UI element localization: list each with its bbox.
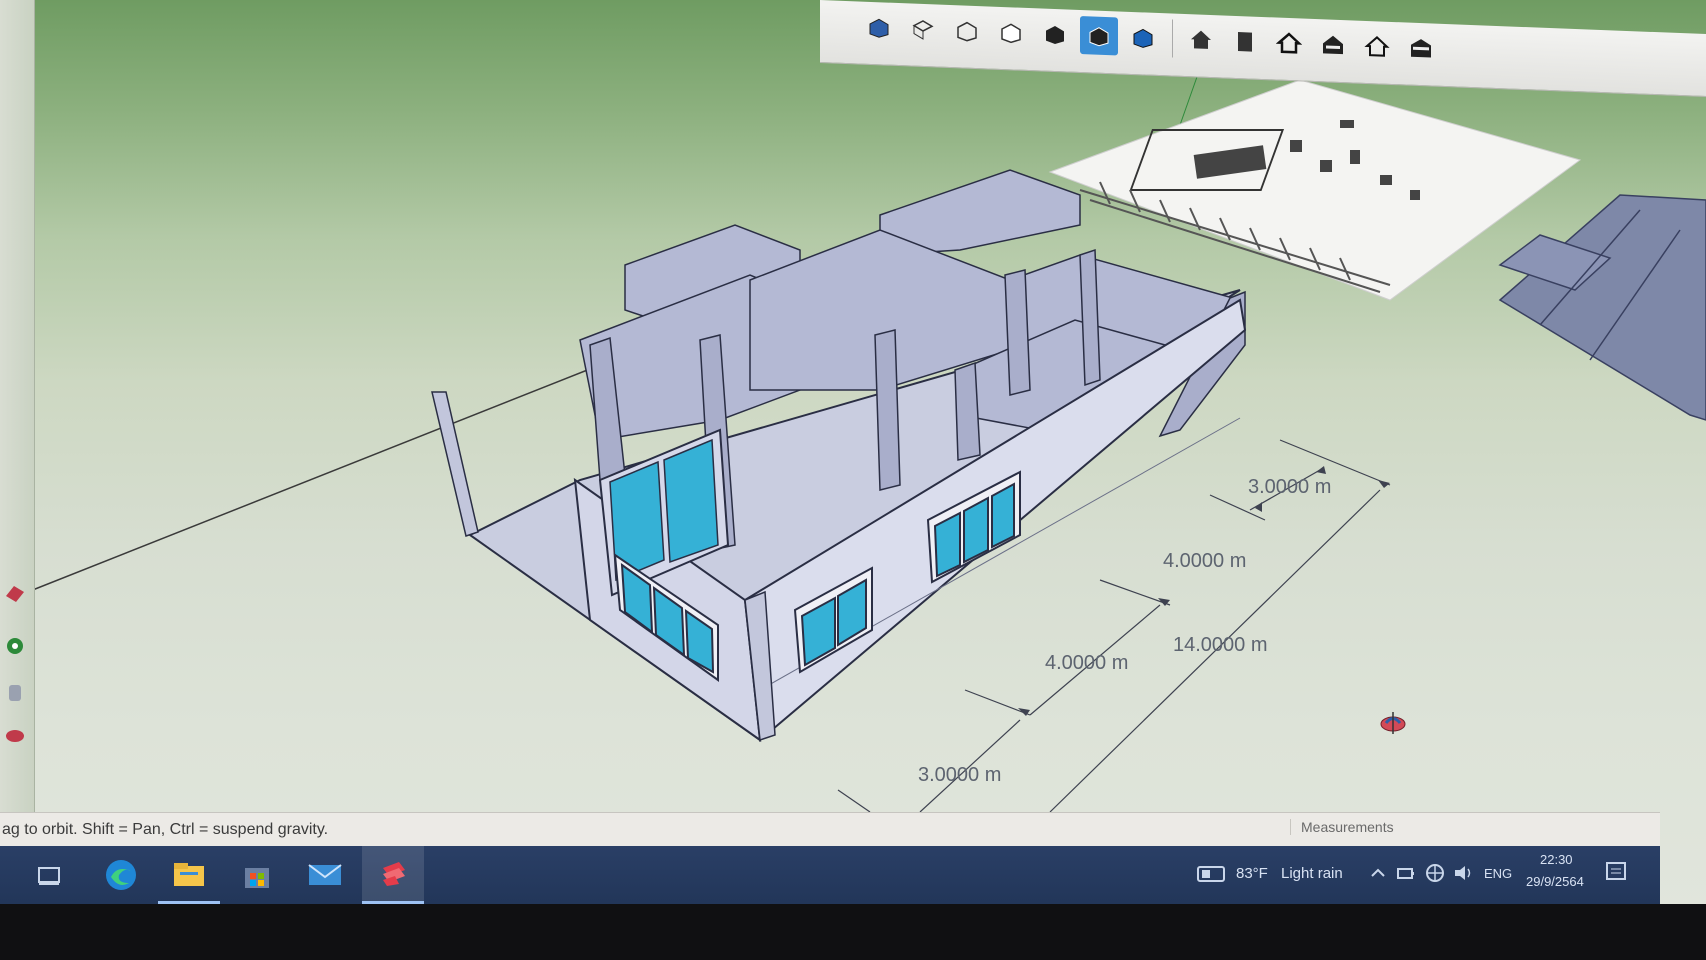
style-shaded-icon[interactable] [1036, 14, 1074, 53]
house-style-5-icon[interactable] [1358, 27, 1396, 66]
monitor-bezel [0, 904, 1706, 960]
clock-date[interactable]: 29/9/2564 [1526, 874, 1584, 889]
weather-temp[interactable]: 83°F [1236, 865, 1268, 882]
edge-browser-icon[interactable] [90, 846, 152, 904]
style-monochrome-icon[interactable] [1124, 18, 1162, 57]
view-right-icon[interactable] [992, 13, 1030, 52]
network-icon[interactable] [1424, 862, 1446, 884]
dimension-label-4[interactable]: 4.0000 m [1045, 652, 1128, 675]
style-textured-icon[interactable] [1080, 15, 1118, 56]
house-style-1-icon[interactable] [1182, 20, 1220, 59]
orbit-tool-icon[interactable] [4, 635, 26, 657]
store-icon[interactable] [226, 846, 288, 904]
dimension-label-2[interactable]: 4.0000 m [1163, 550, 1246, 573]
status-bar: ag to orbit. Shift = Pan, Ctrl = suspend… [0, 812, 1660, 847]
house-style-4-icon[interactable] [1314, 25, 1352, 64]
view-front-icon[interactable] [948, 11, 986, 50]
measurements-label: Measurements [1290, 819, 1394, 835]
clock-time[interactable]: 22:30 [1540, 852, 1573, 867]
show-hidden-icons-icon[interactable] [1370, 864, 1386, 882]
dimension-label-1[interactable]: 3.0000 m [1248, 476, 1331, 499]
pan-tool-icon[interactable] [4, 682, 26, 704]
windows-taskbar: 83°F Light rain ENG 22:30 29/9/2564 [0, 846, 1660, 904]
sketchup-app-icon[interactable] [362, 846, 424, 904]
language-indicator[interactable]: ENG [1484, 866, 1512, 881]
screen: 3.0000 m 4.0000 m 14.0000 m 4.0000 m 3.0… [0, 0, 1706, 910]
dimension-label-5[interactable]: 3.0000 m [918, 764, 1001, 787]
file-explorer-icon[interactable] [158, 846, 220, 904]
toolbar-separator [1172, 19, 1173, 58]
notification-center-icon[interactable] [1604, 860, 1628, 886]
view-iso-icon[interactable] [860, 8, 898, 47]
roof-plane [1498, 194, 1706, 421]
mail-icon[interactable] [294, 846, 356, 904]
corner-post [431, 391, 479, 537]
dimension-label-3[interactable]: 14.0000 m [1173, 634, 1268, 657]
weather-icon[interactable] [1196, 864, 1226, 884]
eraser-tool-icon[interactable] [4, 582, 26, 604]
volume-icon[interactable] [1452, 862, 1474, 884]
house-style-3-icon[interactable] [1270, 23, 1308, 62]
task-view-icon[interactable] [18, 846, 80, 904]
house-style-6-icon[interactable] [1402, 28, 1440, 67]
walk-cursor-icon [1378, 710, 1408, 736]
weather-desc[interactable]: Light rain [1281, 865, 1343, 882]
status-hint-text: ag to orbit. Shift = Pan, Ctrl = suspend… [2, 821, 329, 838]
house-model-svg [19, 39, 1706, 813]
view-top-icon[interactable] [904, 9, 942, 48]
walk-tool-icon[interactable] [4, 724, 26, 746]
left-tool-strip [0, 0, 35, 812]
battery-icon[interactable] [1396, 864, 1416, 882]
floor-plan-sheet [1048, 79, 1582, 301]
house-style-2-icon[interactable] [1226, 22, 1264, 61]
measurements-input[interactable] [1400, 817, 1640, 843]
model-viewport[interactable]: 3.0000 m 4.0000 m 14.0000 m 4.0000 m 3.0… [0, 0, 1706, 813]
